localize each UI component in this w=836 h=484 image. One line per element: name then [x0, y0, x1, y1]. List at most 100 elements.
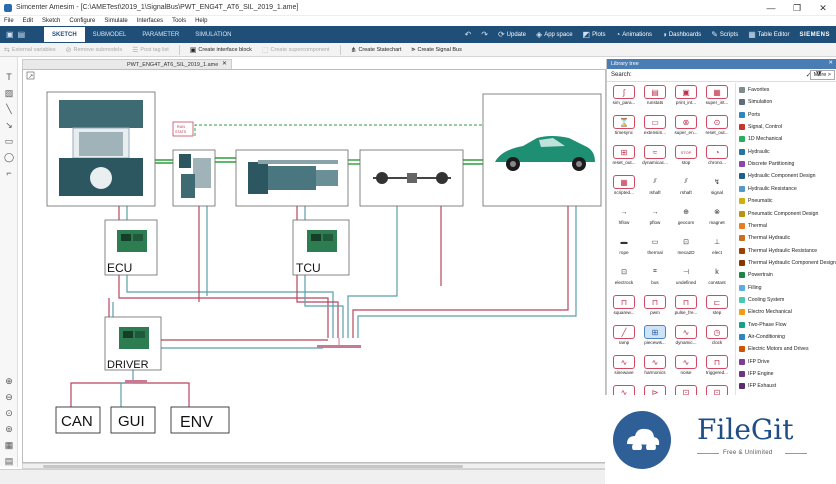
category-item[interactable]: Powertrain	[739, 270, 773, 280]
tab-sketch[interactable]: SKETCH	[44, 27, 85, 42]
line-tool-icon[interactable]: ╲	[3, 103, 15, 115]
library-item[interactable]: ⊙ reset_out...	[702, 115, 731, 138]
menu-help[interactable]: Help	[195, 18, 207, 24]
rectangle-tool-icon[interactable]: ▭	[3, 135, 15, 147]
library-item[interactable]: ⊡ electrock	[609, 265, 639, 288]
library-item[interactable]: → pflow	[640, 205, 670, 228]
category-item[interactable]: Pneumatic	[739, 196, 773, 206]
library-item[interactable]: ⊓ pwm	[640, 295, 670, 318]
library-item[interactable]: ⫽ Ishaft	[640, 175, 670, 198]
driveline-block[interactable]	[359, 149, 464, 207]
library-item[interactable]: ▣ print_int...	[671, 85, 701, 108]
create-supercomponent-button[interactable]: ⬚ Create supercomponent	[262, 46, 330, 54]
library-item[interactable]: ⊥ elect	[702, 235, 731, 258]
create-statechart-button[interactable]: ⋔ Create Statechart	[351, 46, 402, 54]
library-item[interactable]: ⊞ piecewis...	[640, 325, 670, 348]
library-item[interactable]: ∿ noise	[671, 355, 701, 378]
library-item[interactable]: ≈ dynamicac...	[640, 145, 670, 168]
category-item[interactable]: Filling	[739, 283, 762, 293]
can-block[interactable]: CAN	[55, 406, 101, 434]
scrollbar-thumb[interactable]	[43, 465, 463, 468]
dashboards-button[interactable]: ◑ Dashboards	[662, 30, 701, 39]
layers-icon[interactable]: ▤	[3, 455, 15, 467]
zoom-out-icon[interactable]: ⊖	[3, 391, 15, 403]
library-item[interactable]: ◔ chrono...	[702, 145, 731, 168]
arrow-tool-icon[interactable]: ↘	[3, 119, 15, 131]
library-item[interactable]: ↯ signal	[702, 175, 731, 198]
menu-configure[interactable]: Configure	[69, 18, 95, 24]
library-item[interactable]: ▤ runstats	[640, 85, 670, 108]
library-item[interactable]: ⊏ step	[702, 295, 731, 318]
library-item[interactable]: ⌛ timesync	[609, 115, 639, 138]
menu-tools[interactable]: Tools	[172, 18, 186, 24]
tab-parameter[interactable]: PARAMETER	[134, 27, 187, 42]
polyline-tool-icon[interactable]: ⌐	[3, 167, 15, 179]
text-tool-icon[interactable]: T	[3, 71, 15, 83]
category-item[interactable]: Hydraulic	[739, 147, 770, 157]
post-tag-list-button[interactable]: ☰ Post tag list	[132, 46, 169, 54]
library-item[interactable]: k constant	[702, 265, 731, 288]
category-item[interactable]: IFP Engine	[739, 369, 774, 379]
close-button[interactable]: ✕	[810, 0, 836, 16]
menu-edit[interactable]: Edit	[23, 18, 33, 24]
category-item[interactable]: Cooling System	[739, 295, 784, 305]
category-item[interactable]: Signal, Control	[739, 122, 782, 132]
redo-button[interactable]: ↷	[481, 30, 488, 39]
menu-file[interactable]: File	[4, 18, 14, 24]
update-button[interactable]: ⟳ Update	[498, 30, 526, 39]
library-item[interactable]: ▦ scripted...	[609, 175, 639, 198]
library-item[interactable]: ◷ clock	[702, 325, 731, 348]
more-button[interactable]: More >	[809, 70, 835, 80]
animations-button[interactable]: ◔ Animations	[615, 30, 652, 39]
category-item[interactable]: Electric Motors and Drives	[739, 344, 809, 354]
library-item[interactable]: ⊗ magnet	[702, 205, 731, 228]
ecu-block[interactable]: ECU	[104, 219, 158, 276]
library-search-input[interactable]	[633, 70, 802, 80]
remove-submodels-button[interactable]: ⊘ Remove submodels	[66, 46, 122, 54]
category-item[interactable]: IFP Drive	[739, 357, 770, 367]
external-variables-button[interactable]: ⇆ External variables	[4, 46, 56, 54]
create-interface-block-button[interactable]: ▣ Create interface block	[190, 46, 252, 54]
create-signal-bus-button[interactable]: ⫸ Create Signal Bus	[412, 46, 462, 54]
library-item[interactable]: ∿ sinewave	[609, 355, 639, 378]
library-item[interactable]: ▭ extensim...	[640, 115, 670, 138]
library-item[interactable]: ⊓ pulse_fre...	[671, 295, 701, 318]
scripts-button[interactable]: ✎ Scripts	[711, 30, 738, 39]
menu-interfaces[interactable]: Interfaces	[137, 18, 163, 24]
env-block[interactable]: ENV	[170, 406, 230, 434]
save-icon[interactable]: ▣	[6, 30, 14, 39]
library-item[interactable]: ∫ sim_para...	[609, 85, 639, 108]
table-editor-button[interactable]: ▦ Table Editor	[748, 30, 789, 39]
document-tab[interactable]: PWT_ENG4T_AT6_SIL_2019_1.ame ✕	[22, 59, 232, 69]
clutch-block[interactable]	[172, 149, 216, 207]
minimize-button[interactable]: —	[758, 0, 784, 16]
close-panel-icon[interactable]: ✕	[828, 60, 833, 66]
print-icon[interactable]: ▤	[18, 30, 26, 39]
menu-simulate[interactable]: Simulate	[104, 18, 127, 24]
zoom-in-icon[interactable]: ⊕	[3, 375, 15, 387]
driver-block[interactable]: DRIVER	[104, 316, 162, 371]
image-tool-icon[interactable]: ▨	[3, 87, 15, 99]
zoom-area-icon[interactable]: ⊚	[3, 423, 15, 435]
library-item[interactable]: ▦ super_int...	[702, 85, 731, 108]
transmission-block[interactable]	[235, 149, 349, 207]
category-item[interactable]: IFP Exhaust	[739, 381, 776, 391]
category-item[interactable]: Two-Phase Flow	[739, 320, 786, 330]
undo-button[interactable]: ↶	[465, 30, 472, 39]
library-item[interactable]: ⊗ super_en...	[671, 115, 701, 138]
library-item[interactable]: ⫽ rshaft	[671, 175, 701, 198]
category-item[interactable]: Electro Mechanical	[739, 307, 792, 317]
grid-icon[interactable]: ▦	[3, 439, 15, 451]
library-item[interactable]: STOP stop	[671, 145, 701, 168]
library-item[interactable]: ⊡ meca2D	[671, 235, 701, 258]
library-item[interactable]: ⊓ squarew...	[609, 295, 639, 318]
library-item[interactable]: ⊓ triggered...	[702, 355, 731, 378]
library-item[interactable]: ╱ ramp	[609, 325, 639, 348]
engine-block[interactable]	[46, 91, 156, 207]
library-item[interactable]: ▭ thermal	[640, 235, 670, 258]
category-item[interactable]: Pneumatic Component Design	[739, 209, 818, 219]
app-space-button[interactable]: ◈ App space	[536, 30, 573, 39]
library-item[interactable]: ∿ harmonics	[640, 355, 670, 378]
category-item[interactable]: Thermal Hydraulic	[739, 233, 790, 243]
run-stats-block[interactable]: RUN STATS	[172, 121, 194, 137]
